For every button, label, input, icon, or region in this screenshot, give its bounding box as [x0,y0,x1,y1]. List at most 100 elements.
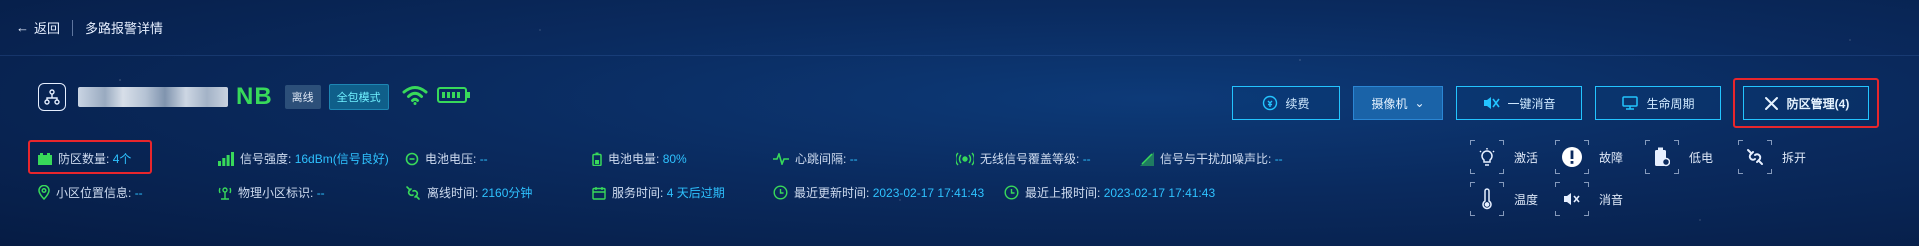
pci-label: 物理小区标识: [238,186,314,200]
battery-small-icon [592,152,602,166]
mute-all-label: 一键消音 [1507,96,1556,111]
coverage-item: 无线信号覆盖等级: -- [956,150,1091,167]
service-time-value: 4 天后过期 [666,186,725,200]
monitor-icon [1622,96,1639,110]
zone-manage-button[interactable]: 防区管理(4) [1743,86,1869,120]
mode-badge: 全包模式 [328,84,389,110]
device-model-suffix: NB [236,83,273,110]
zone-manage-highlight: 防区管理(4) [1733,78,1879,128]
calendar-icon [592,186,606,200]
broken-link-icon [1747,149,1763,165]
zone-count-value: 4个 [112,152,132,166]
status-activate-label: 激活 [1514,150,1539,165]
heartbeat-item: 心跳间隔: -- [773,150,858,167]
status-tamper: 拆开 [1738,140,1806,174]
battery-level-value: 80% [662,152,687,166]
status-fault-label: 故障 [1599,150,1624,165]
cell-location-label: 小区位置信息: [56,186,132,200]
battery-level-item: 电池电量: 80% [592,150,687,167]
service-time-item: 服务时间: 4 天后过期 [592,184,725,201]
last-report-value: 2023-02-17 17:41:43 [1103,186,1216,200]
signal-item: 信号强度: 16dBm(信号良好) [218,150,389,167]
cell-location-item: 小区位置信息: -- [38,184,143,201]
mute-all-button[interactable]: 一键消音 [1456,86,1582,120]
status-temperature: 温度 [1470,182,1538,216]
camera-dropdown[interactable]: 摄像机 ⌄ [1353,86,1443,120]
battery-voltage-item: 电池电压: -- [405,150,488,167]
sinr-value: -- [1274,152,1283,166]
signal-bars-icon [218,151,234,166]
arrow-left-icon: ← [16,20,29,35]
battery-level-label: 电池电量: [608,152,660,166]
sinr-item: 信号与干扰加噪声比: -- [1140,150,1283,167]
back-label: 返回 [34,21,61,36]
status-fault: 故障 [1555,140,1623,174]
tower-icon [218,186,232,200]
clock-icon [773,185,788,200]
low-battery-icon [1655,147,1670,167]
status-badge: 离线 [284,85,321,109]
title-divider [72,19,74,36]
service-time-label: 服务时间: [612,186,664,200]
status-tamper-label: 拆开 [1782,150,1807,165]
pci-value: -- [316,186,325,200]
zone-count-label: 防区数量: [58,152,110,166]
last-report-label: 最近上报时间: [1025,186,1101,200]
sinr-icon [1140,151,1154,166]
signal-value: 16dBm(信号良好) [294,152,389,166]
status-muted-label: 消音 [1599,192,1624,207]
sinr-label: 信号与干扰加噪声比: [1160,152,1272,166]
broadcast-icon [956,152,974,165]
lifecycle-button[interactable]: 生命周期 [1595,86,1721,120]
back-button[interactable]: ← 返回 [16,18,60,37]
zone-icon [38,152,52,165]
status-low-battery: 低电 [1645,140,1713,174]
status-activate: 激活 [1470,140,1538,174]
last-update-value: 2023-02-17 17:41:43 [872,186,985,200]
heartbeat-value: -- [849,152,858,166]
coin-icon [1263,95,1278,111]
zone-manage-label: 防区管理(4) [1786,96,1850,111]
camera-label: 摄像机 [1371,96,1408,111]
status-muted: 消音 [1555,182,1623,216]
last-update-label: 最近更新时间: [794,186,870,200]
zone-count-item: 防区数量: 4个 [38,150,131,167]
action-bar: 续费 摄像机 ⌄ 一键消音 生命周期 防区管理(4) [1219,78,1879,128]
cell-location-value: -- [134,186,143,200]
coverage-value: -- [1082,152,1091,166]
heartbeat-label: 心跳间隔: [795,152,847,166]
mute-icon [1564,193,1580,205]
renew-label: 续费 [1285,96,1310,111]
chevron-down-icon: ⌄ [1414,96,1425,110]
tools-icon [1764,96,1778,110]
offline-time-label: 离线时间: [427,186,479,200]
alert-icon [1562,147,1582,167]
wifi-icon [401,84,429,111]
coverage-label: 无线信号覆盖等级: [980,152,1080,166]
battery-voltage-label: 电池电压: [425,152,477,166]
device-header: NB 离线 全包模式 [38,80,471,114]
device-tree-icon [38,83,66,111]
last-report-item: 最近上报时间: 2023-02-17 17:41:43 [1004,184,1215,201]
disconnect-icon [406,185,420,200]
offline-time-item: 离线时间: 2160分钟 [405,184,532,201]
renew-button[interactable]: 续费 [1232,86,1340,120]
top-bar: ← 返回 多路报警详情 [0,0,1919,56]
page-title: 多路报警详情 [85,21,164,36]
battery-icon [436,86,471,109]
speaker-mute-icon [1484,97,1501,109]
thermometer-icon [1482,188,1492,210]
offline-time-value: 2160分钟 [481,186,533,200]
heartbeat-icon [773,152,789,165]
location-pin-icon [38,185,50,200]
pci-item: 物理小区标识: -- [218,184,325,201]
clock-icon [1004,185,1019,200]
battery-voltage-value: -- [479,152,488,166]
last-update-item: 最近更新时间: 2023-02-17 17:41:43 [773,184,984,201]
signal-label: 信号强度: [240,152,292,166]
lifecycle-label: 生命周期 [1646,96,1695,111]
status-low-battery-label: 低电 [1689,150,1714,165]
voltage-icon [405,152,419,165]
status-temperature-label: 温度 [1514,192,1539,207]
device-name-redacted [78,87,228,107]
